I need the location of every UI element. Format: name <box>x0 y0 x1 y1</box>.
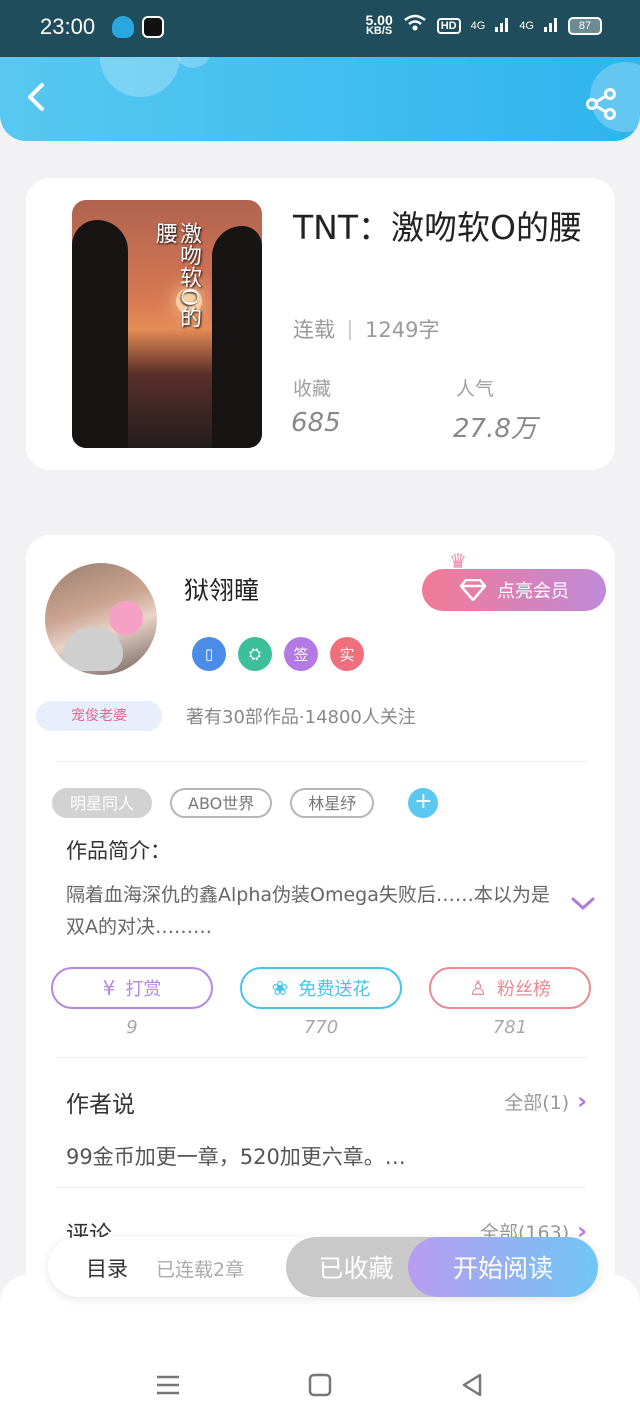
handshake-icon: ⛭ <box>238 637 272 671</box>
home-icon <box>308 1373 332 1397</box>
collected-label: 已收藏 <box>318 1254 394 1283</box>
speed-value: 5.00 <box>365 11 393 28</box>
share-icon <box>586 88 616 120</box>
author-name[interactable]: 狱翎瞳 <box>184 571 259 607</box>
author-says-all-label: 全部(1) <box>504 1091 570 1114</box>
phone-icon: ▯ <box>192 637 226 671</box>
intro-text: 隔着血海深仇的鑫Alpha伪装Omega失败后……本以为是双A的对决……… <box>66 884 550 938</box>
tag-list: 明星同人 ABO世界 林星纾 + <box>52 788 439 818</box>
send-flower-button[interactable]: ❀ 免费送花 <box>240 967 402 1009</box>
decor-bubble <box>100 57 180 97</box>
share-button[interactable] <box>584 87 618 121</box>
tip-button-label: 打赏 <box>125 979 162 1000</box>
tag[interactable]: 林星纾 <box>290 788 375 818</box>
vip-button-label: 点亮会员 <box>497 581 569 602</box>
chapters-updated: 已连载2章 <box>156 1259 245 1281</box>
system-back-button[interactable] <box>458 1370 488 1400</box>
header-bar <box>0 57 640 141</box>
menu-icon <box>157 1375 179 1395</box>
author-says-content[interactable]: 99金币加更一章，520加更六章。… <box>66 1141 406 1171</box>
battery-level: 87 <box>578 19 592 32</box>
wifi-icon <box>403 14 427 37</box>
book-info-card: 激吻软O的腰 TNT：激吻软O的腰 连载 1249字 收藏 685 人气 27.8… <box>26 178 615 470</box>
chevron-left-icon <box>28 83 44 111</box>
status-bar: 23:00 5.00 KB/S HD 4G 4G 87 <box>0 0 640 57</box>
battery-icon: 87 <box>568 16 602 35</box>
book-cover[interactable]: 激吻软O的腰 <box>72 200 262 448</box>
divider <box>56 1187 586 1188</box>
fan-rank-button-label: 粉丝榜 <box>496 979 551 1000</box>
menu-button[interactable] <box>153 1370 183 1400</box>
verified-icon: 实 <box>330 637 364 671</box>
triangle-back-icon <box>462 1373 482 1397</box>
book-status-line: 连载 1249字 <box>293 314 439 344</box>
favorites-value: 685 <box>291 408 341 438</box>
intro-heading: 作品简介： <box>66 839 171 863</box>
capcut-icon <box>142 16 164 38</box>
book-status: 连载 <box>293 318 335 342</box>
flower-count: 770 <box>303 1017 339 1038</box>
fan-badge: 宠俊老婆 <box>36 701 162 731</box>
status-time: 23:00 <box>40 14 96 39</box>
author-card: 宠俊老婆 狱翎瞳 ♛ 点亮会员 ▯ ⛭ 签实 著有30部作品·14800人关注 明星… <box>26 535 615 1295</box>
author-says-title: 作者说 <box>66 1092 135 1118</box>
signal-2-label: 4G <box>519 19 534 32</box>
divider <box>349 320 351 340</box>
chevron-down-icon <box>571 897 595 911</box>
author-says-all-link[interactable]: 全部(1) › <box>504 1087 587 1115</box>
book-title: TNT：激吻软O的腰 <box>293 208 582 247</box>
coin-icon: ¥ <box>102 976 116 1000</box>
cover-title: 激吻软O的腰 <box>152 222 201 329</box>
home-button[interactable] <box>305 1370 335 1400</box>
signal-2-icon <box>544 16 558 35</box>
tip-button[interactable]: ¥ 打赏 <box>51 967 213 1009</box>
start-reading-button[interactable]: 开始阅读 <box>408 1237 598 1297</box>
fan-icon: ♙ <box>469 976 487 1000</box>
favorites-label: 收藏 <box>293 378 332 400</box>
popularity-label: 人气 <box>456 378 495 400</box>
flower-icon: ❀ <box>271 976 289 1000</box>
fan-rank-count: 781 <box>492 1017 528 1038</box>
divider <box>56 1057 586 1058</box>
decor-bubble <box>175 57 211 68</box>
signal-1-icon <box>495 16 509 35</box>
reading-bar: 目录 已连载2章 已收藏 开始阅读 <box>48 1237 598 1297</box>
tag[interactable]: ABO世界 <box>170 788 273 818</box>
catalog-button[interactable]: 目录 <box>86 1253 128 1283</box>
system-nav-bar <box>0 1360 640 1410</box>
expand-intro-button[interactable] <box>570 893 596 913</box>
author-badges: ▯ ⛭ 签实 <box>192 637 364 671</box>
fan-rank-button[interactable]: ♙ 粉丝榜 <box>429 967 591 1009</box>
avatar-cat <box>63 627 123 671</box>
diamond-icon <box>459 579 487 601</box>
word-count: 1249字 <box>365 318 440 342</box>
divider <box>56 761 586 762</box>
cover-silhouette-left <box>72 220 128 448</box>
qq-icon <box>112 16 134 38</box>
avatar-heart-sticker <box>109 601 143 635</box>
network-speed: 5.00 KB/S <box>365 11 393 37</box>
back-button[interactable] <box>18 77 58 117</box>
avatar[interactable] <box>45 563 157 675</box>
author-meta: 著有30部作品·14800人关注 <box>186 707 416 728</box>
vip-button[interactable]: 点亮会员 <box>422 569 606 611</box>
cover-silhouette-right <box>212 226 262 448</box>
speed-unit: KB/S <box>365 24 393 37</box>
chevron-right-icon: › <box>577 1087 587 1115</box>
sign-icon: 签 <box>284 637 318 671</box>
send-flower-button-label: 免费送花 <box>298 979 371 1000</box>
status-indicators: 5.00 KB/S HD 4G 4G 87 <box>365 11 602 37</box>
signal-1-label: 4G <box>470 19 486 32</box>
add-tag-button[interactable]: + <box>408 788 439 818</box>
action-buttons: ¥ 打赏 ❀ 免费送花 ♙ 粉丝榜 <box>51 967 591 1009</box>
tip-count: 9 <box>126 1017 138 1038</box>
hd-indicator: HD <box>436 17 461 34</box>
popularity-value: 27.8万 <box>453 414 537 444</box>
tag[interactable]: 明星同人 <box>52 788 153 818</box>
start-reading-label: 开始阅读 <box>452 1254 553 1283</box>
